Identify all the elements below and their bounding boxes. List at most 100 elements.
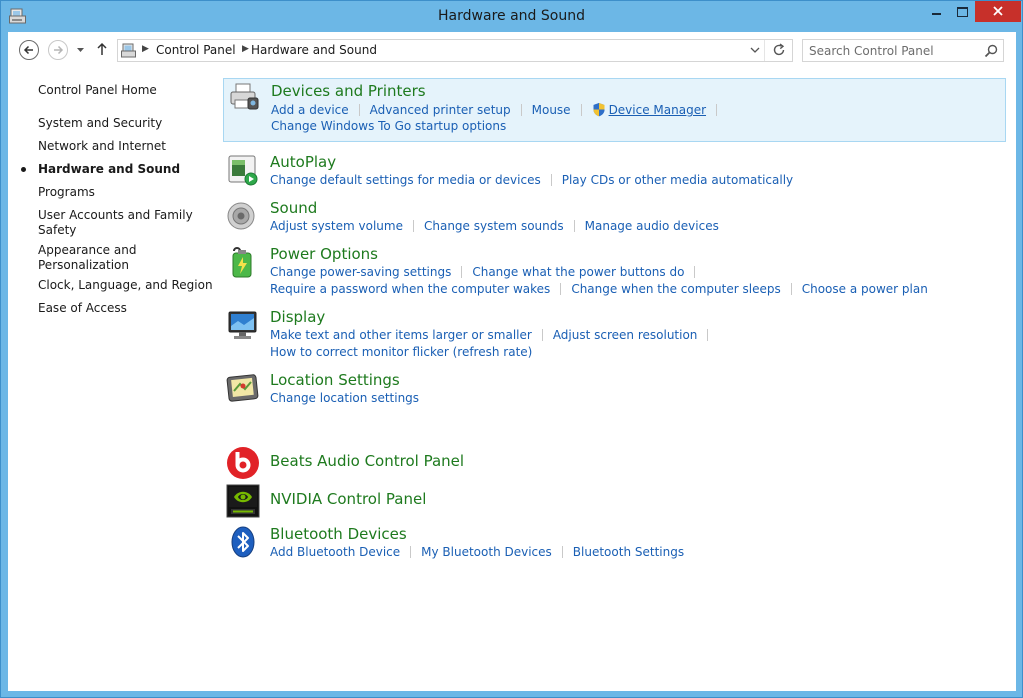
category-devices-and-printers: Devices and Printers Add a device Advance… — [223, 78, 1006, 142]
task-link[interactable]: Require a password when the computer wak… — [270, 282, 550, 297]
link-separator — [716, 104, 718, 116]
monitor-icon — [228, 311, 257, 339]
breadcrumb-separator-icon[interactable]: ▶ — [242, 44, 249, 54]
breadcrumb-control-panel[interactable]: Control Panel — [156, 43, 236, 57]
task-link[interactable]: Adjust screen resolution — [553, 328, 698, 343]
task-link[interactable]: Adjust system volume — [270, 219, 403, 234]
close-button[interactable] — [975, 1, 1021, 22]
task-link-advanced-printer-setup[interactable]: Advanced printer setup — [370, 103, 511, 118]
address-bar[interactable]: ▶ Control Panel ▶ Hardware and Sound — [117, 39, 793, 62]
task-row: Change power-saving settings Change what … — [270, 265, 705, 280]
task-link[interactable]: Change power-saving settings — [270, 265, 451, 280]
control-panel-window: Hardware and Sound ▶ Control Panel ▶ Har… — [0, 0, 1023, 698]
breadcrumb-hardware-and-sound[interactable]: Hardware and Sound — [251, 43, 377, 57]
link-separator — [707, 329, 709, 341]
category-title[interactable]: Beats Audio Control Panel — [270, 452, 464, 470]
search-icon[interactable] — [984, 44, 998, 58]
category-title[interactable]: NVIDIA Control Panel — [270, 490, 426, 508]
speaker-icon — [227, 202, 255, 230]
category-sound: Sound Adjust system volume Change system … — [223, 198, 1006, 238]
sidebar: Control Panel Home System and Security N… — [8, 70, 218, 691]
task-link[interactable]: How to correct monitor flicker (refresh … — [270, 345, 532, 360]
task-link[interactable]: Change default settings for media or dev… — [270, 173, 541, 188]
sidebar-item-clock-language-region[interactable]: Clock, Language, and Region — [38, 278, 213, 293]
sidebar-item-system-and-security[interactable]: System and Security — [38, 116, 162, 131]
link-separator — [520, 104, 522, 116]
autoplay-icon — [228, 155, 258, 186]
bluetooth-icon — [231, 526, 255, 558]
task-row: Add a device Advanced printer setup Mouse … — [271, 102, 727, 118]
sidebar-item-label: Safety — [38, 223, 77, 237]
category-title[interactable]: Location Settings — [270, 371, 400, 389]
task-row: How to correct monitor flicker (refresh … — [270, 345, 532, 360]
link-separator — [412, 220, 414, 232]
link-separator — [790, 283, 792, 295]
link-separator — [580, 104, 582, 116]
sidebar-item-appearance[interactable]: Appearance and Personalization — [38, 243, 136, 273]
task-row: Change location settings — [270, 391, 419, 406]
category-title[interactable]: Display — [270, 308, 325, 326]
task-link[interactable]: Bluetooth Settings — [573, 545, 684, 560]
link-separator — [573, 220, 575, 232]
category-title[interactable]: AutoPlay — [270, 153, 336, 171]
task-link[interactable]: Make text and other items larger or smal… — [270, 328, 532, 343]
location-icon — [226, 374, 259, 402]
category-power-options: Power Options Change power-saving settin… — [223, 244, 1006, 302]
task-link-device-manager[interactable]: Device Manager — [609, 103, 706, 118]
task-link[interactable]: Play CDs or other media automatically — [562, 173, 793, 188]
back-button[interactable] — [19, 40, 39, 60]
recent-locations-chevron-icon[interactable] — [76, 46, 85, 54]
refresh-button[interactable] — [764, 40, 792, 61]
link-separator — [694, 266, 696, 278]
task-link[interactable]: Manage audio devices — [585, 219, 719, 234]
search-input[interactable] — [809, 42, 977, 59]
breadcrumb-separator-icon[interactable]: ▶ — [142, 44, 149, 54]
task-link[interactable]: Add Bluetooth Device — [270, 545, 400, 560]
category-bluetooth-devices: Bluetooth Devices Add Bluetooth Device My… — [223, 524, 1006, 564]
link-separator — [461, 266, 463, 278]
title-bar[interactable]: Hardware and Sound — [1, 1, 1022, 32]
sidebar-item-ease-of-access[interactable]: Ease of Access — [38, 301, 127, 316]
control-panel-icon — [121, 43, 136, 58]
link-separator — [561, 546, 563, 558]
link-separator — [560, 283, 562, 295]
main-content: Devices and Printers Add a device Advance… — [223, 70, 1016, 691]
forward-button[interactable] — [48, 40, 68, 60]
task-link[interactable]: Choose a power plan — [802, 282, 928, 297]
minimize-button[interactable] — [923, 1, 949, 22]
category-title[interactable]: Devices and Printers — [271, 82, 426, 100]
link-separator — [541, 329, 543, 341]
category-beats-audio: Beats Audio Control Panel — [223, 446, 1006, 482]
task-link-add-device[interactable]: Add a device — [271, 103, 349, 118]
sidebar-item-programs[interactable]: Programs — [38, 185, 95, 200]
task-link-windows-to-go[interactable]: Change Windows To Go startup options — [271, 119, 506, 134]
task-link[interactable]: Change location settings — [270, 391, 419, 406]
category-display: Display Make text and other items larger… — [223, 307, 1006, 365]
refresh-icon — [773, 43, 785, 56]
category-title[interactable]: Power Options — [270, 245, 378, 263]
sidebar-item-user-accounts[interactable]: User Accounts and Family Safety — [38, 208, 193, 238]
category-location-settings: Location Settings Change location settin… — [223, 370, 1006, 410]
close-icon — [993, 6, 1003, 16]
category-title[interactable]: Sound — [270, 199, 317, 217]
task-row: Change Windows To Go startup options — [271, 119, 506, 134]
task-link[interactable]: My Bluetooth Devices — [421, 545, 552, 560]
task-row: Change default settings for media or dev… — [270, 173, 793, 188]
sidebar-item-label: Personalization — [38, 258, 129, 272]
task-link[interactable]: Change what the power buttons do — [472, 265, 684, 280]
search-box[interactable] — [802, 39, 1004, 62]
task-link[interactable]: Change system sounds — [424, 219, 564, 234]
task-row: Adjust system volume Change system sounds… — [270, 219, 719, 234]
task-link[interactable]: Change when the computer sleeps — [571, 282, 780, 297]
arrow-right-icon — [54, 45, 64, 55]
address-dropdown-chevron-icon[interactable] — [750, 47, 760, 54]
sidebar-item-network-and-internet[interactable]: Network and Internet — [38, 139, 166, 154]
sidebar-control-panel-home[interactable]: Control Panel Home — [38, 83, 157, 98]
current-item-bullet-icon — [21, 167, 26, 172]
task-row: Require a password when the computer wak… — [270, 282, 928, 297]
task-link-mouse[interactable]: Mouse — [532, 103, 571, 118]
maximize-button[interactable] — [949, 1, 975, 22]
sidebar-item-label: User Accounts and Family — [38, 208, 193, 222]
category-title[interactable]: Bluetooth Devices — [270, 525, 407, 543]
arrow-up-icon[interactable] — [96, 42, 108, 56]
